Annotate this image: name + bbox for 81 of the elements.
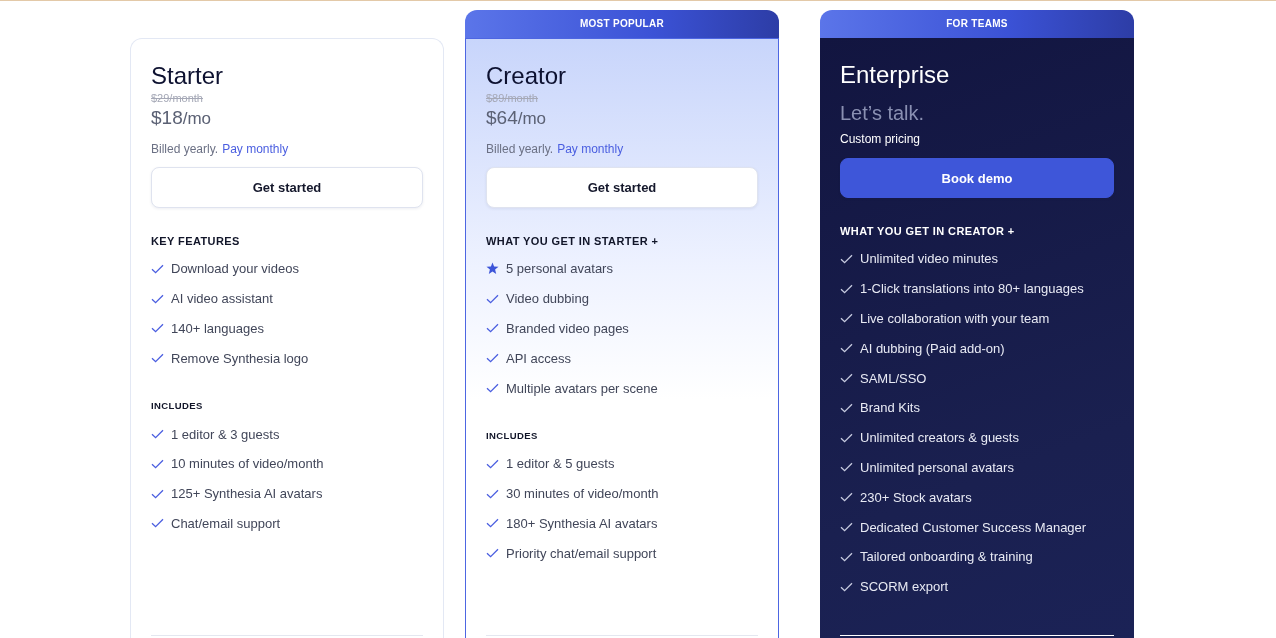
feature-text: 125+ Synthesia AI avatars (171, 486, 323, 502)
check-icon (486, 458, 499, 469)
check-icon (151, 518, 164, 529)
check-icon (486, 353, 499, 364)
feature-text: SCORM export (860, 579, 949, 595)
check-icon (840, 373, 853, 384)
feature-text: 5 personal avatars (506, 261, 613, 277)
feature-text: Live collaboration with your team (860, 311, 1050, 326)
section-heading: INCLUDES (486, 430, 539, 442)
feature-text: Dedicated Customer Success Manager (860, 519, 1087, 535)
plan-price: $18/mo (151, 106, 213, 130)
feature-text: AI dubbing (Paid add-on) (860, 340, 1005, 356)
feature-text: Tailored onboarding & training (860, 549, 1033, 565)
check-icon (840, 283, 853, 294)
cta-button[interactable]: Book demo (840, 158, 1114, 198)
check-icon (151, 263, 164, 274)
feature-text: API access (506, 350, 572, 366)
check-icon (840, 402, 853, 413)
feature-text: Remove Synthesia logo (171, 350, 309, 366)
billing-note: Billed yearly. (486, 141, 554, 157)
feature-text: 230+ Stock avatars (860, 489, 972, 505)
check-icon (151, 458, 164, 469)
section-heading: KEY FEATURES (151, 234, 241, 248)
check-icon (151, 488, 164, 499)
cta-button[interactable]: Get started (151, 167, 423, 208)
check-icon (151, 429, 164, 440)
feature-text: 10 minutes of video/month (171, 456, 324, 472)
check-icon (840, 581, 853, 592)
plan-price: $64/mo (486, 106, 548, 130)
check-icon (151, 323, 164, 334)
plan-name: Enterprise (840, 60, 951, 90)
feature-text: Chat/email support (171, 515, 281, 531)
feature-text: Multiple avatars per scene (506, 380, 658, 396)
check-icon (151, 293, 164, 304)
check-icon (486, 548, 499, 559)
feature-text: 1 editor & 3 guests (171, 426, 280, 442)
plan-banner: MOST POPULAR (465, 10, 779, 38)
plan-name: Starter (151, 61, 225, 91)
check-icon (840, 462, 853, 473)
check-icon (486, 383, 499, 394)
check-icon (486, 488, 499, 499)
check-icon (486, 293, 499, 304)
check-icon (840, 522, 853, 533)
feature-text: Brand Kits (860, 400, 920, 416)
check-icon (486, 518, 499, 529)
feature-text: Video dubbing (506, 291, 589, 307)
feature-text: Branded video pages (506, 321, 629, 336)
section-heading: WHAT YOU GET IN CREATOR + (840, 224, 1016, 238)
old-price: $29/month (151, 91, 204, 105)
feature-text: 1 editor & 5 guests (506, 456, 615, 472)
feature-text: Unlimited video minutes (860, 251, 998, 267)
billing-note: Billed yearly. (151, 141, 219, 157)
check-icon (840, 253, 853, 264)
feature-text: AI video assistant (171, 291, 273, 307)
check-icon (840, 432, 853, 443)
feature-text: Unlimited creators & guests (860, 430, 1019, 446)
check-icon (840, 343, 853, 354)
pay-monthly-link[interactable]: Pay monthly (557, 141, 624, 157)
feature-text: 180+ Synthesia AI avatars (506, 515, 658, 531)
feature-text: Unlimited personal avatars (860, 459, 1014, 475)
old-price: $89/month (486, 91, 539, 105)
check-icon (840, 313, 853, 324)
feature-text: 30 minutes of video/month (506, 486, 659, 502)
plan-name: Creator (486, 61, 568, 91)
check-icon (486, 323, 499, 334)
check-icon (151, 353, 164, 364)
star-icon (486, 262, 499, 276)
feature-text: 140+ languages (171, 321, 264, 336)
check-icon (840, 551, 853, 562)
section-heading: WHAT YOU GET IN STARTER + (486, 234, 660, 248)
section-heading: INCLUDES (151, 400, 204, 413)
billing-note: Custom pricing (840, 131, 921, 147)
check-icon (840, 492, 853, 503)
pay-monthly-link[interactable]: Pay monthly (222, 141, 289, 157)
feature-text: Download your videos (171, 261, 299, 277)
feature-text: SAML/SSO (860, 370, 927, 386)
feature-text: Priority chat/email support (506, 545, 657, 561)
plan-banner: FOR TEAMS (820, 10, 1134, 38)
feature-text: 1-Click translations into 80+ languages (860, 281, 1084, 297)
cta-button[interactable]: Get started (486, 167, 758, 208)
plan-price: Let’s talk. (840, 101, 926, 126)
